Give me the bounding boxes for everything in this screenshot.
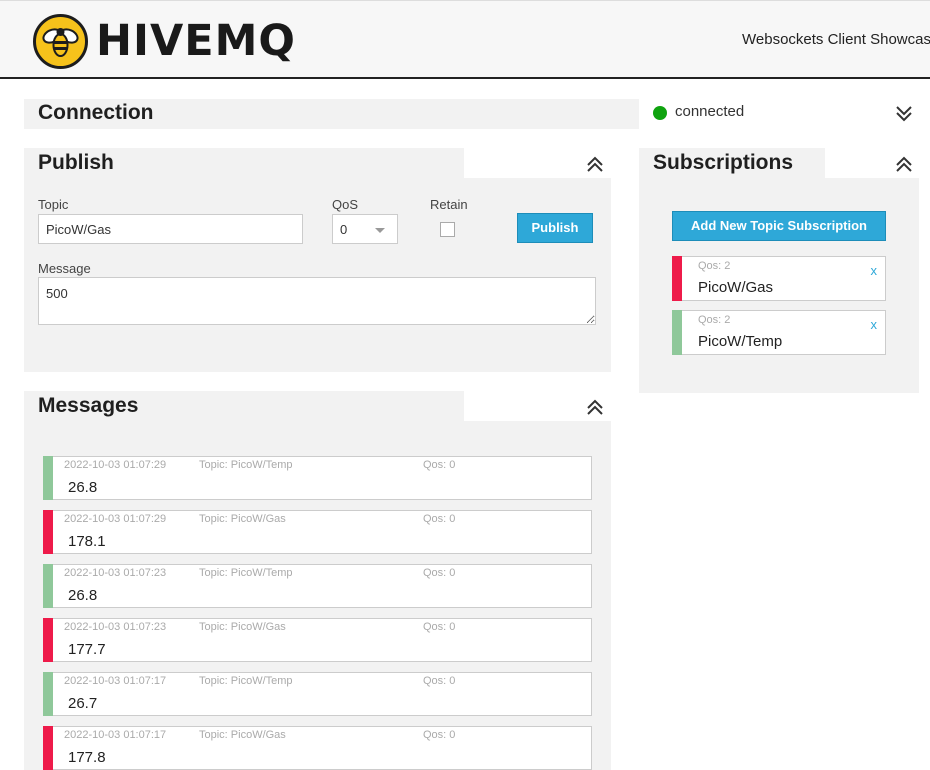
bee-icon [33,13,88,69]
message-topic: Topic: PicoW/Gas [199,729,286,741]
logo-wordmark: HIVEMQ [96,15,296,66]
message-value: 26.8 [68,479,98,496]
message-topic: Topic: PicoW/Temp [199,675,293,687]
connection-status: connected [675,103,745,120]
message-color-stripe [43,564,53,608]
retain-checkbox[interactable] [440,222,455,237]
qos-label: QoS [332,197,359,212]
message-color-stripe [43,510,53,554]
message-qos: Qos: 0 [423,513,456,525]
message-color-stripe [43,726,53,770]
message-color-stripe [43,618,53,662]
connection-title: Connection [38,101,154,124]
message-topic: Topic: PicoW/Gas [199,513,286,525]
message-value: 177.8 [68,749,106,766]
message-topic: Topic: PicoW/Gas [199,621,286,633]
message-item[interactable]: 2022-10-03 01:07:23 Topic: PicoW/Gas Qos: … [43,618,592,662]
message-timestamp: 2022-10-03 01:07:29 [64,459,167,471]
subscriptions-title: Subscriptions [653,151,794,174]
subscription-item[interactable]: Qos: 2 PicoW/Gas x [672,256,886,301]
message-qos: Qos: 0 [423,675,456,687]
message-value: 26.7 [68,695,98,712]
connection-status-dot [653,106,667,120]
collapse-messages-icon[interactable] [585,397,605,417]
remove-subscription-icon[interactable]: x [871,263,878,278]
message-timestamp: 2022-10-03 01:07:23 [64,567,167,579]
message-timestamp: 2022-10-03 01:07:29 [64,513,167,525]
remove-subscription-icon[interactable]: x [871,317,878,332]
chevron-down-icon [375,228,385,233]
subscription-color-stripe [672,256,682,301]
messages-title: Messages [38,394,139,417]
message-label: Message [38,261,91,276]
publish-title: Publish [38,151,114,174]
message-color-stripe [43,672,53,716]
subscription-topic: PicoW/Gas [698,279,774,296]
subscription-topic: PicoW/Temp [698,333,783,350]
message-qos: Qos: 0 [423,621,456,633]
message-value: 178.1 [68,533,106,550]
publish-panel [24,178,611,372]
subscription-qos: Qos: 2 [698,260,731,272]
message-item[interactable]: 2022-10-03 01:07:17 Topic: PicoW/Temp Qos:… [43,672,592,716]
page-title: Websockets Client Showcase [742,31,930,48]
message-qos: Qos: 0 [423,459,456,471]
message-timestamp: 2022-10-03 01:07:17 [64,675,167,687]
message-value: 177.7 [68,641,106,658]
app-header: HIVEMQ Websockets Client Showcase [0,0,930,79]
subscription-qos: Qos: 2 [698,314,731,326]
message-textarea[interactable] [38,277,596,325]
message-item[interactable]: 2022-10-03 01:07:29 Topic: PicoW/Temp Qos:… [43,456,592,500]
topic-label: Topic [38,197,69,212]
message-timestamp: 2022-10-03 01:07:23 [64,621,167,633]
message-topic: Topic: PicoW/Temp [199,567,293,579]
collapse-publish-icon[interactable] [585,154,605,174]
message-item[interactable]: 2022-10-03 01:07:29 Topic: PicoW/Gas Qos: … [43,510,592,554]
message-topic: Topic: PicoW/Temp [199,459,293,471]
add-subscription-button[interactable]: Add New Topic Subscription [672,211,886,241]
retain-label: Retain [430,197,468,212]
message-color-stripe [43,456,53,500]
hivemq-logo: HIVEMQ [33,13,296,69]
message-item[interactable]: 2022-10-03 01:07:17 Topic: PicoW/Gas Qos: … [43,726,592,770]
subscription-item[interactable]: Qos: 2 PicoW/Temp x [672,310,886,355]
collapse-subscriptions-icon[interactable] [894,154,914,174]
message-item[interactable]: 2022-10-03 01:07:23 Topic: PicoW/Temp Qos:… [43,564,592,608]
message-qos: Qos: 0 [423,729,456,741]
message-timestamp: 2022-10-03 01:07:17 [64,729,167,741]
subscription-color-stripe [672,310,682,355]
publish-button[interactable]: Publish [517,213,593,243]
expand-connection-icon[interactable] [894,104,914,124]
qos-selected-value: 0 [340,222,348,237]
message-qos: Qos: 0 [423,567,456,579]
message-value: 26.8 [68,587,98,604]
qos-select[interactable]: 0 [332,214,398,244]
topic-input[interactable] [38,214,303,244]
